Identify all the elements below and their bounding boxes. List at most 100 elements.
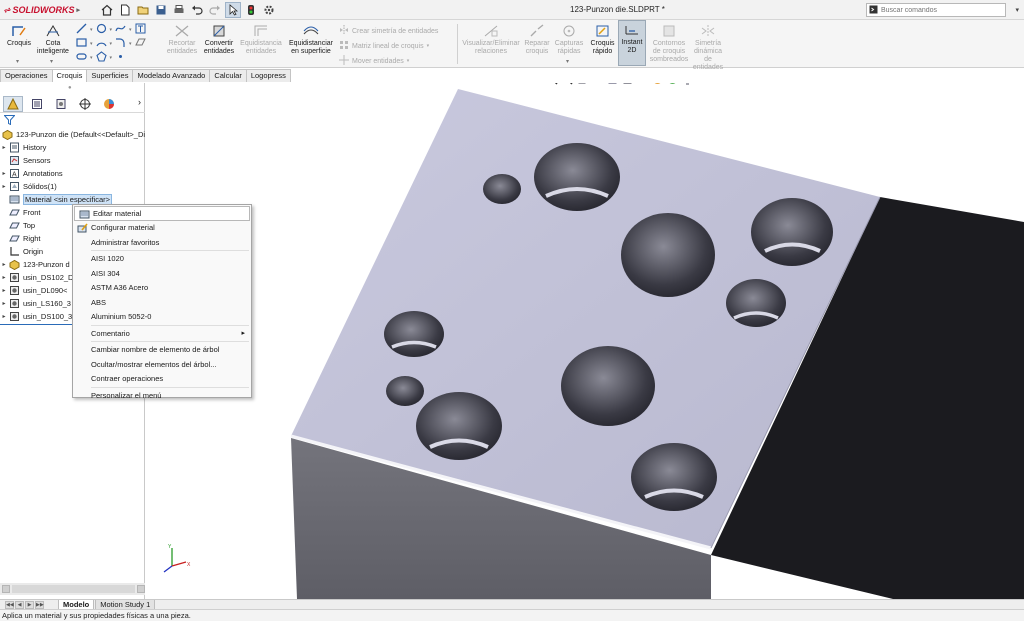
zoom-fit-icon[interactable] [546,83,558,86]
first-tab-icon[interactable]: ◀◀ [5,600,14,609]
menu-item-comentario[interactable]: Comentario ▸ [73,326,251,341]
panel-horizontal-scrollbar[interactable] [0,583,145,595]
part-model-3d[interactable]: Y X [146,83,1024,599]
contornos-croquis-button[interactable]: Contornos de croquis sombreados [649,22,689,64]
graphics-area[interactable]: Y X [146,83,1024,599]
panel-grip-icon[interactable]: ● [68,85,72,91]
fillet-icon[interactable] [115,37,126,50]
rebuild-icon[interactable] [243,2,259,18]
circle-icon[interactable] [96,23,107,36]
visualizar-relaciones-button[interactable]: Visualizar/Eliminar relaciones [460,22,522,56]
menu-item-contraer-operaciones[interactable]: Contraer operaciones [73,372,251,387]
select-icon[interactable] [225,2,241,18]
croquis-rapido-button[interactable]: Croquis rápido [588,22,617,56]
expand-arrow-icon[interactable]: ▸ [0,313,8,320]
tab-modelo[interactable]: Modelo [58,599,95,610]
expand-arrow-icon[interactable]: ▸ [0,170,8,177]
tab-superficies[interactable]: Superficies [86,69,134,82]
hole[interactable] [386,376,424,406]
hole[interactable] [726,279,786,327]
hole[interactable] [384,311,444,357]
matriz-dropdown-icon[interactable]: ▾ [427,43,430,49]
rectangle-icon[interactable] [76,37,87,50]
hole[interactable] [534,143,620,211]
new-file-icon[interactable] [117,2,133,18]
scroll-right-icon[interactable] [137,585,145,593]
plane-sketch-icon[interactable] [134,37,146,50]
home-icon[interactable] [99,2,115,18]
line-icon[interactable] [76,23,87,36]
feature-manager-tab-icon[interactable] [3,95,23,112]
menu-item-material-favorite[interactable]: ASTM A36 Acero [73,281,251,296]
tab-logopress[interactable]: Logopress [245,69,291,82]
view-orientation-icon[interactable] [606,83,618,86]
zoom-area-icon[interactable] [561,83,573,86]
tree-item-solid-bodies[interactable]: ▸ Sólidos(1) [0,180,145,193]
menu-item-personalizar-menu[interactable]: Personalizar el menú [73,388,251,403]
reparar-croquis-button[interactable]: Reparar croquis [523,22,551,56]
menu-item-material-favorite[interactable]: ABS [73,295,251,310]
hide-show-items-icon[interactable] [636,83,648,86]
expand-arrow-icon[interactable]: ▸ [0,144,8,151]
recortar-entidades-button[interactable]: Recortar entidades [164,22,200,56]
section-view-icon[interactable] [591,83,603,86]
text-sketch-icon[interactable] [135,23,146,36]
tree-root-part[interactable]: 123-Punzon die (Default<<Default>_Dis [0,128,145,141]
hole[interactable] [621,213,715,297]
next-tab-icon[interactable]: ▶ [25,600,34,609]
expand-arrow-icon[interactable]: ▸ [0,183,8,190]
expand-arrow-icon[interactable]: ▸ [0,261,8,268]
display-style-icon[interactable] [621,83,633,86]
polygon-icon[interactable] [95,51,107,64]
menu-item-cambiar-nombre[interactable]: Cambiar nombre de elemento de árbol [73,343,251,358]
edit-appearance-icon[interactable] [651,83,663,86]
hole[interactable] [561,346,655,426]
apply-scene-icon[interactable] [666,83,678,86]
arc-icon[interactable] [95,37,107,50]
open-file-icon[interactable] [135,2,151,18]
display-manager-tab-icon[interactable] [99,96,119,112]
configuration-manager-tab-icon[interactable] [51,96,71,112]
simetria-entidades-button[interactable]: Crear simetría de entidades [339,25,438,37]
hole[interactable] [416,392,502,460]
simetria-dinamica-button[interactable]: Simetría dinámica de entidades [690,22,726,72]
hole[interactable] [483,174,521,204]
tab-operaciones[interactable]: Operaciones [0,69,53,82]
filter-icon[interactable] [3,115,16,127]
search-input[interactable] [881,6,981,14]
hole[interactable] [751,198,833,266]
last-tab-icon[interactable]: ▶▶ [35,600,44,609]
view-settings-icon[interactable] [681,83,693,86]
menu-item-material-favorite[interactable]: AISI 1020 [73,252,251,267]
scroll-left-icon[interactable] [2,585,10,593]
tab-calcular[interactable]: Calcular [209,69,247,82]
tree-item-annotations[interactable]: ▸ A Annotations [0,167,145,180]
tab-motion-study[interactable]: Motion Study 1 [95,599,156,610]
equidistanciar-superficie-button[interactable]: Equidistanciar en superficie [286,22,336,56]
property-manager-tab-icon[interactable] [27,96,47,112]
cota-dropdown-icon[interactable]: ▾ [50,58,53,65]
command-search[interactable]: ▾ [866,3,1019,17]
capturas-dropdown-icon[interactable]: ▾ [566,58,569,65]
capturas-rapidas-button[interactable]: Capturas rápidas [554,22,584,56]
tree-item-sensors[interactable]: Sensors [0,154,145,167]
expand-arrow-icon[interactable]: ▸ [0,287,8,294]
matriz-lineal-button[interactable]: Matriz lineal de croquis ▾ [339,40,429,52]
previous-view-icon[interactable] [576,83,588,86]
tab-croquis[interactable]: Croquis [51,69,88,82]
more-tabs-chevron-icon[interactable]: › [138,97,141,107]
prev-tab-icon[interactable]: ◀ [15,600,24,609]
expand-arrow-icon[interactable]: ▸ [0,274,8,281]
menu-item-ocultar-mostrar[interactable]: Ocultar/mostrar elementos del árbol... [73,357,251,372]
tab-modelado-avanzado[interactable]: Modelado Avanzado [132,69,211,82]
scroll-track[interactable] [12,585,135,593]
expand-arrow-icon[interactable]: ▸ [0,300,8,307]
menu-item-editar-material[interactable]: Editar material [74,206,250,221]
croquis-dropdown-icon[interactable]: ▾ [16,58,19,65]
hole[interactable] [631,443,717,511]
print-icon[interactable] [171,2,187,18]
croquis-button[interactable]: Croquis [6,22,32,48]
point-icon[interactable] [115,51,126,64]
search-dropdown-icon[interactable]: ▾ [1015,6,1019,14]
menu-item-configurar-material[interactable]: Configurar material [73,221,251,236]
